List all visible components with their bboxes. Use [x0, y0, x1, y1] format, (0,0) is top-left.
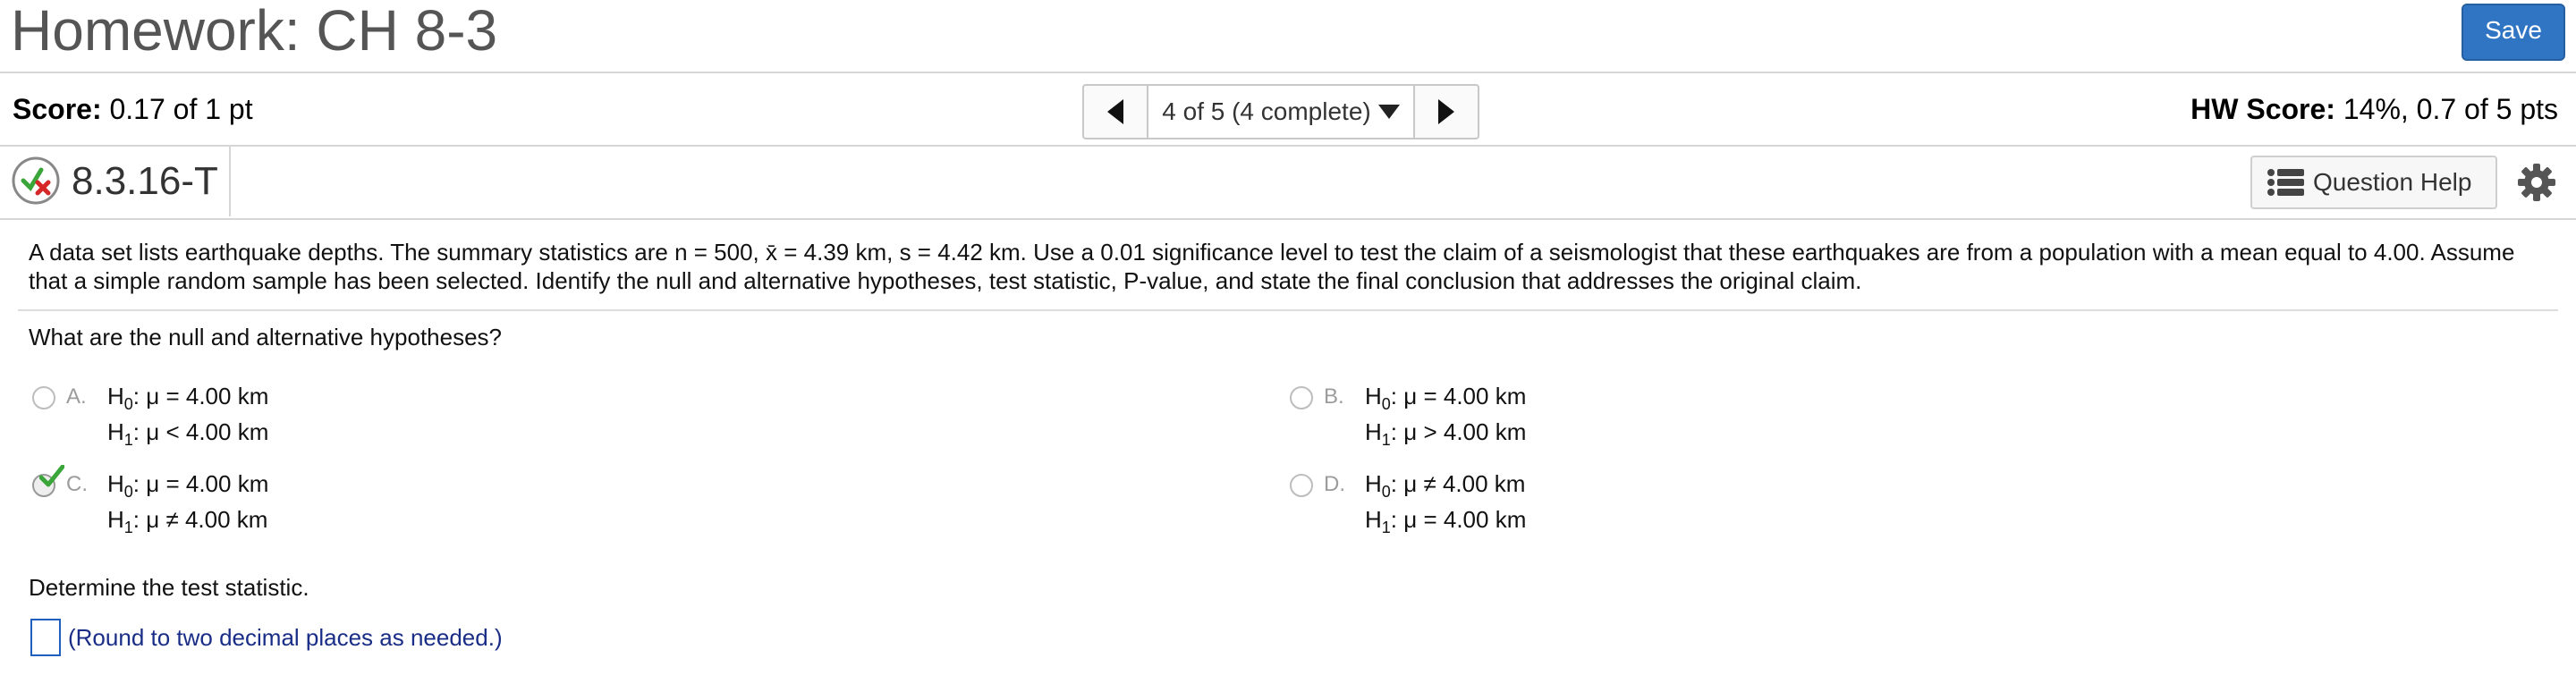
h1-symbol: H [107, 418, 124, 445]
h0-subscript: 0 [123, 483, 133, 501]
h1-symbol: H [1365, 506, 1382, 533]
option-a-h0: H0: μ = 4.00 km [107, 383, 268, 414]
colon: : [1390, 506, 1398, 533]
option-d[interactable]: D. H0: μ ≠ 4.00 km H1: μ = 4.00 km [1290, 470, 2453, 542]
colon: : [1390, 383, 1398, 409]
score-label: Score: [13, 93, 102, 125]
h1-subscript: 1 [1381, 519, 1391, 536]
h1-subscript: 1 [1381, 431, 1391, 449]
h0-symbol: H [1365, 383, 1382, 409]
question-help-button[interactable]: Question Help [2250, 156, 2497, 209]
checkmark-icon [39, 465, 64, 487]
rounding-note: (Round to two decimal places as needed.) [68, 624, 503, 651]
option-b-letter: B. [1324, 384, 1344, 409]
option-d-h1-text: μ = 4.00 km [1403, 506, 1527, 533]
page-title: Homework: CH 8-3 [11, 0, 498, 63]
test-statistic-input[interactable] [30, 619, 61, 656]
gear-icon[interactable] [2517, 163, 2556, 202]
previous-question-button[interactable] [1084, 86, 1147, 138]
question-header: 8.3.16-T Question Help [0, 147, 2576, 220]
colon: : [132, 383, 140, 409]
hw-score: HW Score: 14%, 0.7 of 5 pts [2190, 93, 2558, 126]
h0-subscript: 0 [1381, 483, 1391, 501]
option-c-h0-text: μ = 4.00 km [146, 470, 269, 497]
h0-symbol: H [107, 470, 124, 497]
chevron-right-icon [1438, 99, 1454, 124]
question-selector-label: 4 of 5 (4 complete) [1162, 97, 1371, 125]
question-navigator: 4 of 5 (4 complete) [1082, 84, 1479, 139]
option-c[interactable]: C. H0: μ = 4.00 km H1: μ ≠ 4.00 km [32, 465, 1195, 542]
option-b-h0: H0: μ = 4.00 km [1365, 383, 1526, 414]
option-a-radio[interactable] [32, 386, 55, 409]
question-id: 8.3.16-T [72, 159, 218, 203]
option-b-radio[interactable] [1290, 386, 1313, 409]
question-hypotheses: What are the null and alternative hypoth… [29, 324, 503, 350]
score-bar: Score: 0.17 of 1 pt 4 of 5 (4 complete) … [0, 73, 2576, 147]
h1-symbol: H [1365, 418, 1382, 445]
divider [18, 309, 2558, 311]
option-d-radio[interactable] [1290, 474, 1313, 497]
option-c-h1-text: μ ≠ 4.00 km [146, 506, 268, 533]
save-button[interactable]: Save [2462, 4, 2565, 61]
question-test-statistic: Determine the test statistic. [29, 574, 309, 601]
option-c-h1: H1: μ ≠ 4.00 km [107, 506, 267, 537]
option-d-h1: H1: μ = 4.00 km [1365, 506, 1526, 537]
caret-down-icon [1377, 105, 1400, 119]
option-b-h1: H1: μ > 4.00 km [1365, 418, 1526, 450]
h1-subscript: 1 [123, 519, 133, 536]
colon: : [1390, 470, 1398, 497]
question-help-label: Question Help [2313, 168, 2472, 196]
option-b[interactable]: B. H0: μ = 4.00 km H1: μ > 4.00 km [1290, 383, 2453, 454]
option-a-h1-text: μ < 4.00 km [146, 418, 269, 445]
next-question-button[interactable] [1415, 86, 1478, 138]
header-bar: Homework: CH 8-3 Save [0, 0, 2576, 73]
option-d-h0: H0: μ ≠ 4.00 km [1365, 470, 1525, 502]
h0-subscript: 0 [123, 395, 133, 413]
score: Score: 0.17 of 1 pt [13, 93, 253, 126]
prompt-line-1: A data set lists earthquake depths. The … [29, 239, 2515, 266]
question-selector[interactable]: 4 of 5 (4 complete) [1147, 86, 1415, 138]
h0-symbol: H [1365, 470, 1382, 497]
option-a-h0-text: μ = 4.00 km [146, 383, 269, 409]
hw-score-value: 14%, 0.7 of 5 pts [2343, 93, 2558, 125]
list-icon [2267, 169, 2304, 196]
divider [229, 147, 231, 216]
hw-score-label: HW Score: [2190, 93, 2335, 125]
partial-credit-icon [12, 156, 60, 205]
h0-subscript: 0 [1381, 395, 1391, 413]
h1-symbol: H [107, 506, 124, 533]
option-d-letter: D. [1324, 472, 1345, 496]
colon: : [132, 418, 140, 445]
option-b-h0-text: μ = 4.00 km [1403, 383, 1527, 409]
score-value: 0.17 of 1 pt [109, 93, 253, 125]
option-c-h0: H0: μ = 4.00 km [107, 470, 268, 502]
chevron-left-icon [1107, 99, 1123, 124]
colon: : [132, 470, 140, 497]
option-b-h1-text: μ > 4.00 km [1403, 418, 1527, 445]
prompt-line-2: that a simple random sample has been sel… [29, 267, 1862, 294]
problem-statement: A data set lists earthquake depths. The … [29, 238, 2551, 295]
option-a[interactable]: A. H0: μ = 4.00 km H1: μ < 4.00 km [32, 383, 1195, 454]
h1-subscript: 1 [123, 431, 133, 449]
option-c-letter: C. [66, 472, 88, 496]
option-a-letter: A. [66, 384, 87, 409]
colon: : [132, 506, 140, 533]
colon: : [1390, 418, 1398, 445]
h0-symbol: H [107, 383, 124, 409]
option-d-h0-text: μ ≠ 4.00 km [1403, 470, 1526, 497]
option-a-h1: H1: μ < 4.00 km [107, 418, 268, 450]
